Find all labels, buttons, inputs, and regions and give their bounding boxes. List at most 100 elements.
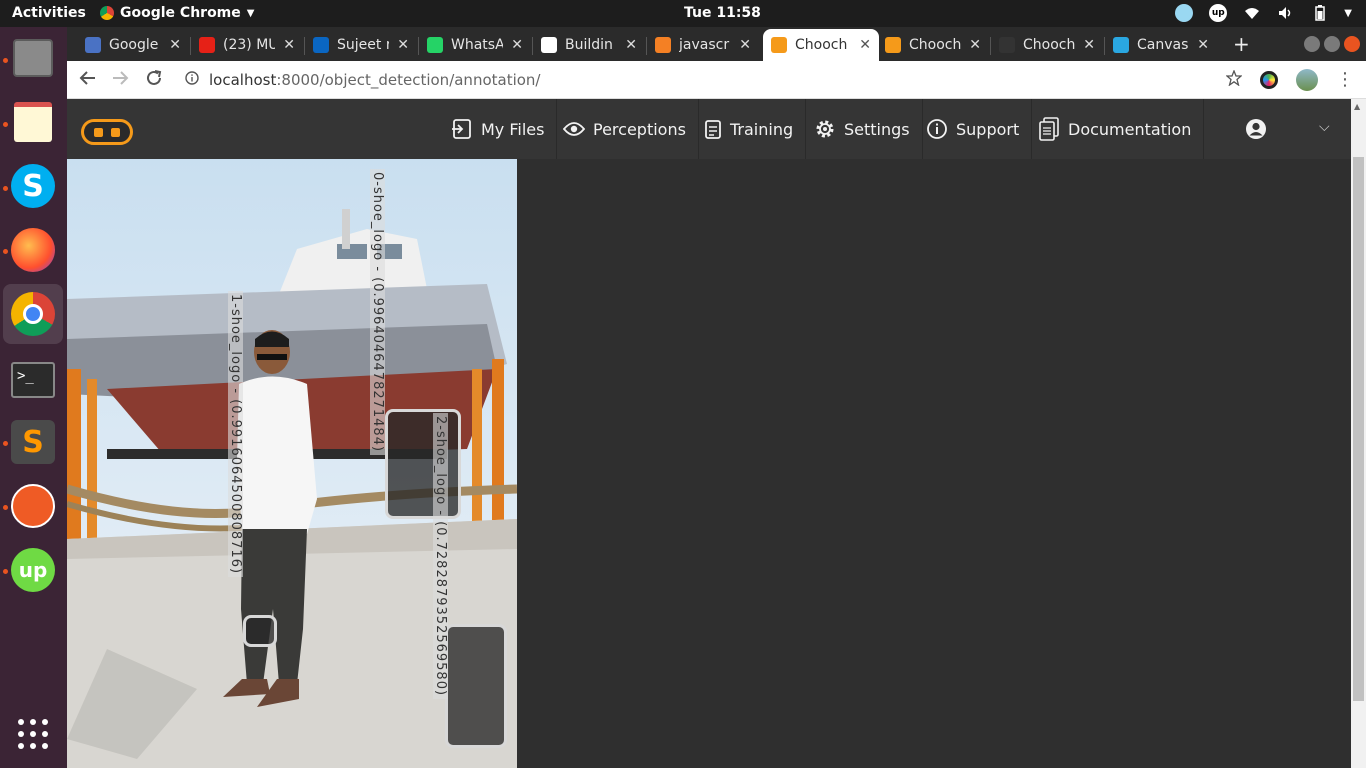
browser-tab[interactable]: Sujeet r ✕	[305, 29, 417, 61]
detection-label: 1-shoe_logo - (0.9916064500808716)	[228, 291, 243, 578]
browser-tab[interactable]: Chooch ✕	[877, 29, 989, 61]
minimize-button[interactable]	[1304, 36, 1320, 52]
detection-label: 0-shoe_logo - (0.9964046478271484)	[370, 169, 385, 456]
tab-title: Chooch	[909, 37, 962, 53]
close-tab-icon[interactable]: ✕	[397, 37, 409, 53]
browser-tab[interactable]: javascr ✕	[647, 29, 759, 61]
documents-icon	[1039, 117, 1059, 141]
app-menu-label: Google Chrome	[120, 5, 241, 21]
system-top-bar: Activities Google Chrome ▼ Tue 11:58 up …	[0, 0, 1366, 27]
nav-my-files[interactable]: My Files	[439, 99, 558, 159]
more-menu-icon[interactable]: ⋮	[1336, 71, 1354, 89]
sublime-text-icon[interactable]: S	[10, 419, 56, 465]
close-tab-icon[interactable]: ✕	[1083, 37, 1095, 53]
close-window-button[interactable]	[1344, 36, 1360, 52]
nav-label: Documentation	[1068, 119, 1192, 139]
browser-toolbar: localhost:8000/object_detection/annotati…	[67, 61, 1366, 99]
detection-label: 2-shoe_logo - (0.7282879352569580)	[433, 413, 448, 700]
running-indicator	[3, 249, 8, 254]
chevron-down-icon[interactable]: ⌵	[1319, 119, 1330, 135]
chooch-logo[interactable]	[81, 119, 133, 145]
activities-button[interactable]: Activities	[12, 5, 86, 21]
browser-tab[interactable]: Buildin ✕	[533, 29, 645, 61]
firefox-icon[interactable]	[10, 227, 56, 273]
bookmark-star-icon[interactable]	[1225, 69, 1243, 90]
nav-settings[interactable]: Settings	[802, 99, 923, 159]
scroll-up-icon[interactable]: ▲	[1354, 102, 1360, 111]
clock[interactable]: Tue 11:58	[684, 5, 761, 21]
volume-icon[interactable]	[1276, 3, 1296, 23]
nav-support[interactable]: Support	[914, 99, 1033, 159]
upwork-tray-icon[interactable]: up	[1208, 3, 1228, 23]
url-path: :8000/object_detection/annotation/	[276, 71, 541, 89]
reload-button[interactable]	[145, 69, 163, 92]
window-controls	[1304, 36, 1360, 52]
scrollbar-thumb[interactable]	[1353, 157, 1364, 701]
running-indicator	[3, 122, 8, 127]
annotation-canvas[interactable]: 0-shoe_logo - (0.9964046478271484) 1-sho…	[67, 159, 517, 768]
new-tab-button[interactable]: +	[1233, 32, 1250, 56]
tab-title: Google	[109, 37, 159, 53]
forward-button[interactable]	[111, 69, 129, 92]
detection-box[interactable]	[445, 624, 507, 748]
app-menu[interactable]: Google Chrome ▼	[100, 5, 254, 21]
close-tab-icon[interactable]: ✕	[739, 37, 751, 53]
chrome-icon[interactable]	[3, 284, 63, 344]
back-button[interactable]	[79, 69, 97, 92]
close-tab-icon[interactable]: ✕	[169, 37, 181, 53]
tab-title: Canvas	[1137, 37, 1189, 53]
running-indicator	[3, 58, 8, 63]
extension-icon[interactable]	[1260, 71, 1278, 89]
tab-title: Chooch	[795, 37, 848, 53]
wifi-icon[interactable]	[1242, 3, 1262, 23]
tab-favicon-icon	[427, 37, 443, 53]
user-profile-icon[interactable]	[1245, 118, 1267, 144]
tab-favicon-icon	[85, 37, 101, 53]
page-scrollbar[interactable]: ▲	[1351, 99, 1366, 768]
tab-favicon-icon	[999, 37, 1015, 53]
avatar[interactable]	[1296, 69, 1318, 91]
postman-icon[interactable]	[10, 483, 56, 529]
nav-label: Perceptions	[593, 119, 686, 139]
detection-box[interactable]	[243, 615, 277, 647]
browser-tab[interactable]: Canvas ✕	[1105, 29, 1217, 61]
close-tab-icon[interactable]: ✕	[625, 37, 637, 53]
browser-tab[interactable]: Google ✕	[77, 29, 189, 61]
browser-tab[interactable]: Chooch ✕	[991, 29, 1103, 61]
text-editor-icon[interactable]	[10, 99, 56, 145]
browser-tab[interactable]: WhatsA ✕	[419, 29, 531, 61]
gear-icon	[816, 120, 834, 138]
upwork-icon[interactable]: up	[10, 547, 56, 593]
close-tab-icon[interactable]: ✕	[283, 37, 295, 53]
skype-tray-icon[interactable]	[1174, 3, 1194, 23]
close-tab-icon[interactable]: ✕	[511, 37, 523, 53]
browser-tab[interactable]: Chooch ✕	[763, 29, 879, 61]
toolbar-actions: ⋮	[1225, 69, 1354, 91]
battery-icon[interactable]	[1310, 3, 1330, 23]
browser-tab[interactable]: (23) MU ✕	[191, 29, 303, 61]
launcher-dock: S >_ S up	[0, 27, 67, 768]
nav-perceptions[interactable]: Perceptions	[551, 99, 699, 159]
tab-favicon-icon	[313, 37, 329, 53]
close-tab-icon[interactable]: ✕	[969, 37, 981, 53]
info-icon[interactable]	[185, 71, 199, 89]
detection-box[interactable]	[385, 409, 461, 519]
address-bar[interactable]: localhost:8000/object_detection/annotati…	[185, 68, 540, 92]
tab-title: javascr	[679, 37, 730, 53]
caret-down-icon[interactable]: ▼	[1344, 8, 1352, 19]
close-tab-icon[interactable]: ✕	[859, 37, 871, 53]
nav-label: Training	[730, 119, 794, 139]
close-tab-icon[interactable]: ✕	[1197, 37, 1209, 53]
file-import-icon	[452, 119, 471, 139]
tab-favicon-icon	[771, 37, 787, 53]
nav-training[interactable]: Training	[692, 99, 807, 159]
skype-icon[interactable]: S	[10, 163, 56, 209]
files-app-icon[interactable]	[10, 35, 56, 81]
show-applications-icon[interactable]	[10, 711, 56, 757]
nav-documentation[interactable]: Documentation	[1026, 99, 1205, 159]
clipboard-icon	[705, 120, 721, 139]
terminal-icon[interactable]: >_	[10, 357, 56, 403]
running-indicator	[3, 569, 8, 574]
tab-favicon-icon	[885, 37, 901, 53]
maximize-button[interactable]	[1324, 36, 1340, 52]
